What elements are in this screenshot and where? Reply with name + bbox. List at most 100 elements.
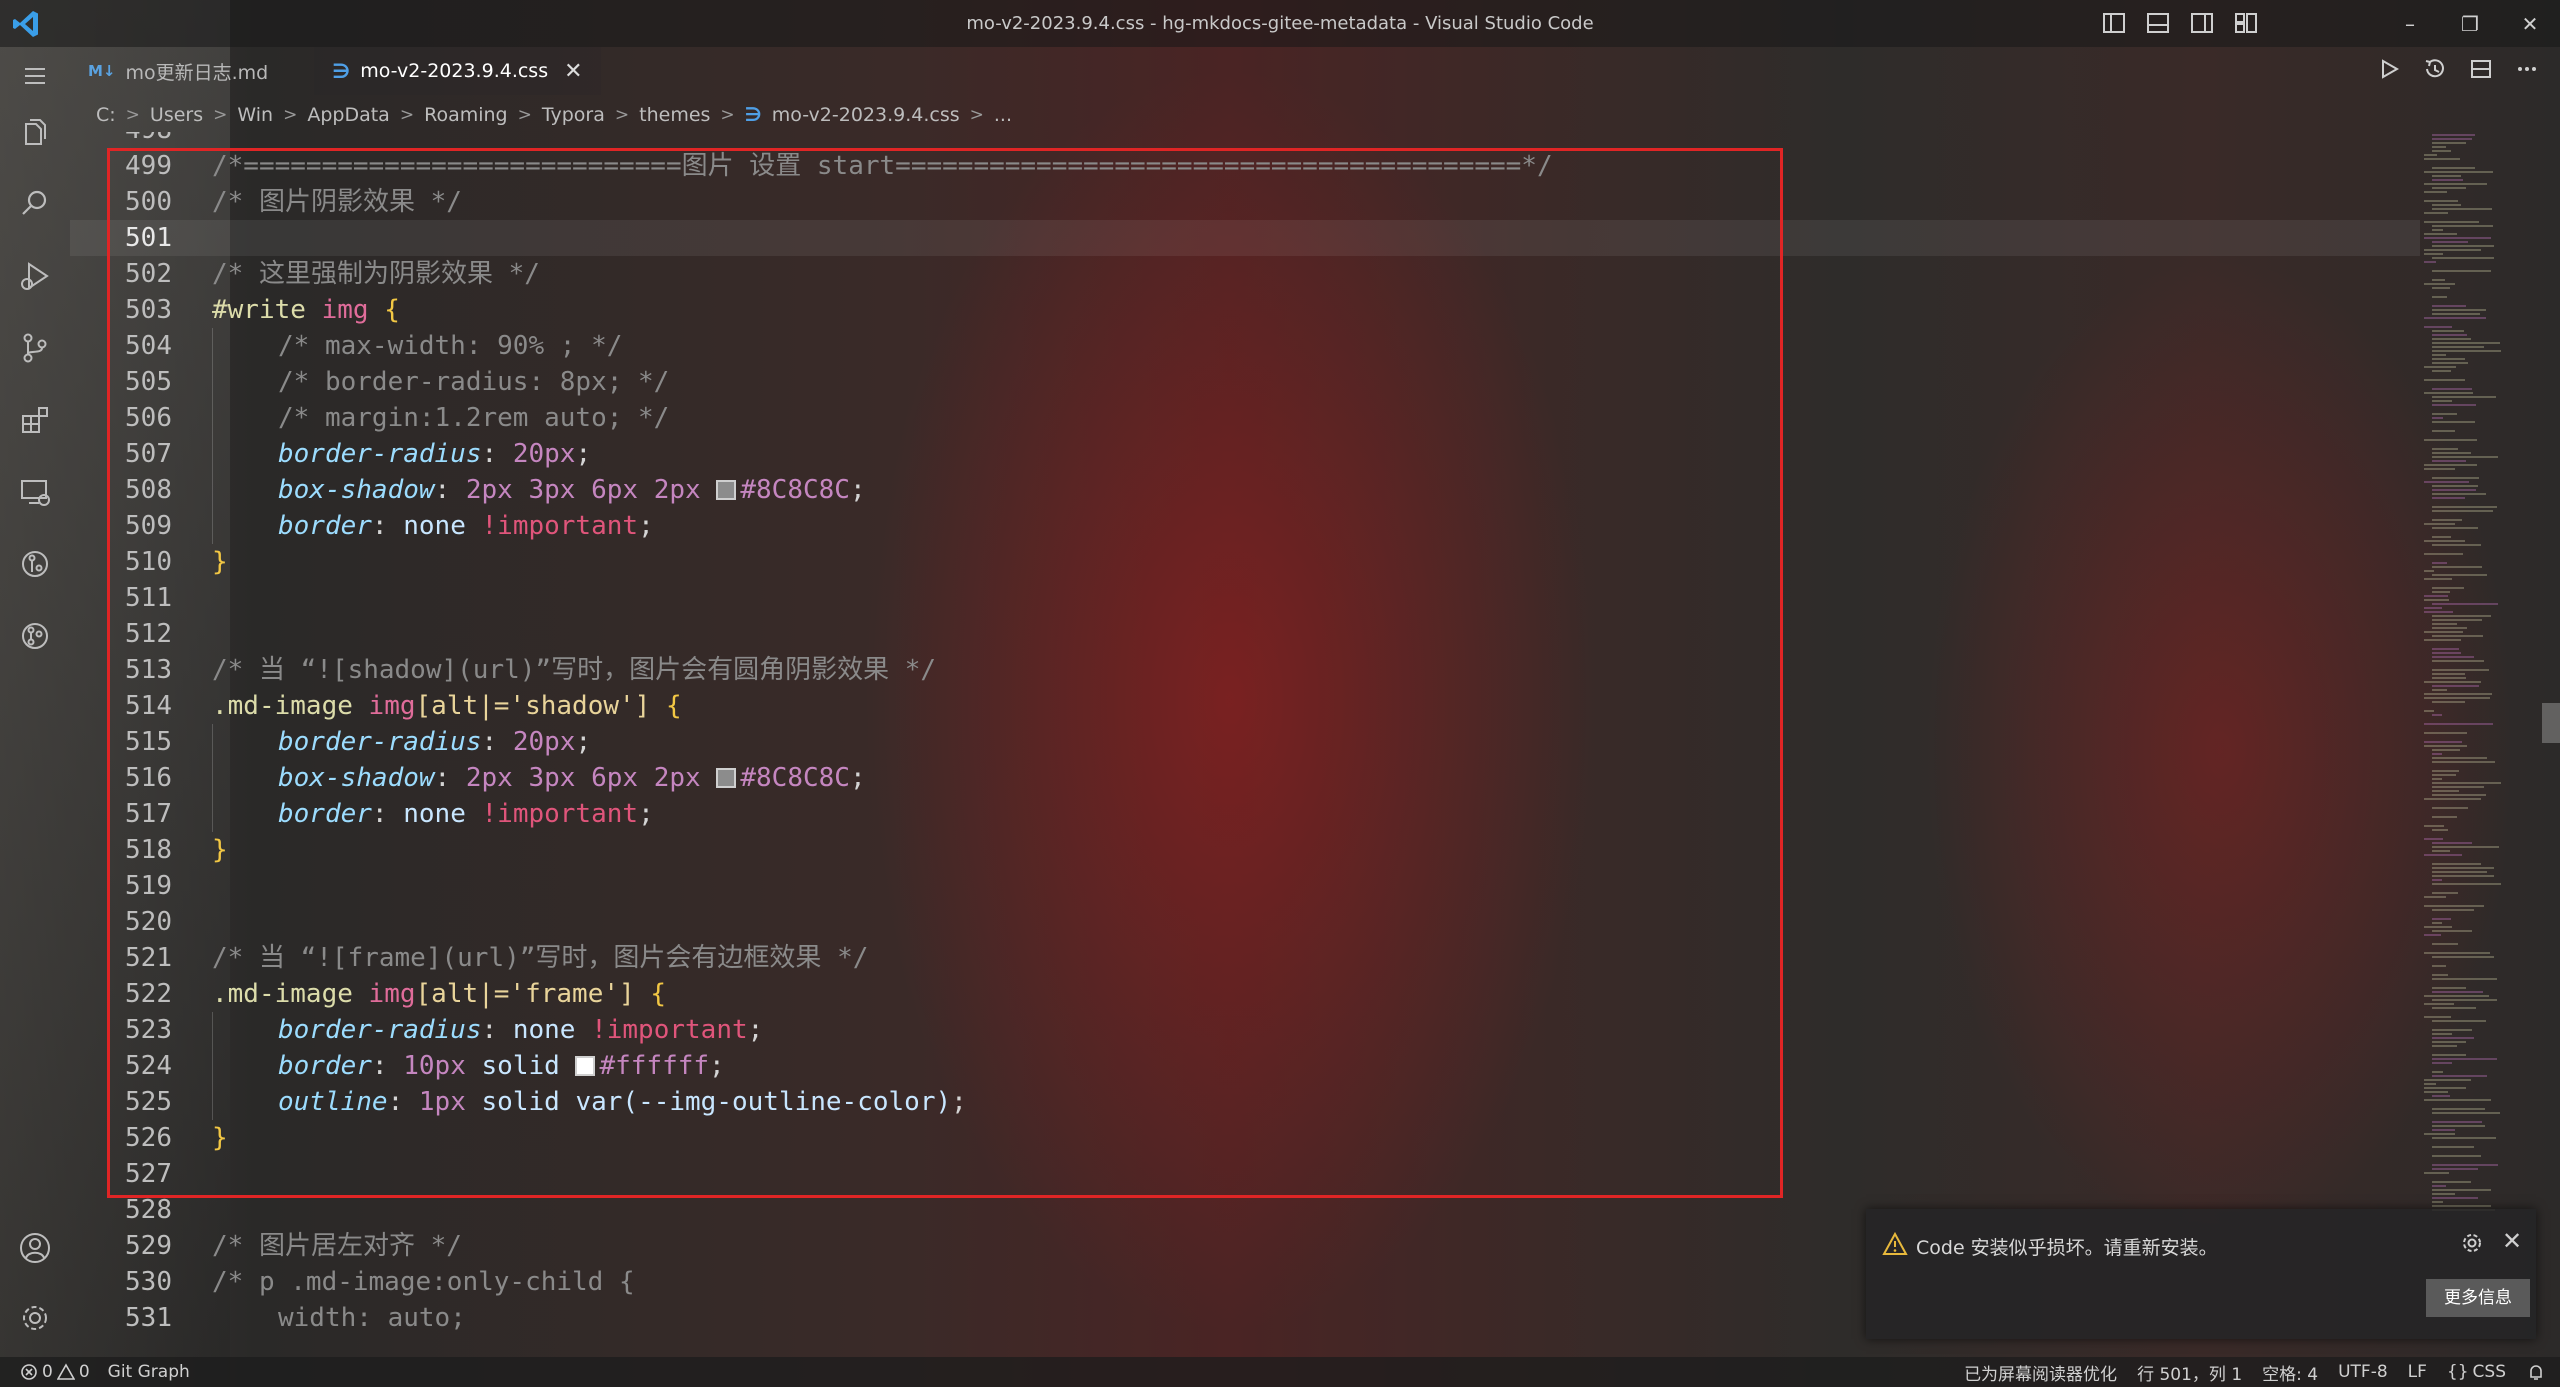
minimap-line — [2424, 1172, 2449, 1174]
minimap-line — [2432, 1164, 2498, 1166]
end-of-line[interactable]: LF — [2408, 1362, 2427, 1382]
minimize-button[interactable]: – — [2380, 0, 2440, 47]
minimap-line — [2432, 334, 2467, 336]
line-number: 518 — [125, 835, 172, 865]
title-bar: mo-v2-2023.9.4.css - hg-mkdocs-gitee-met… — [0, 0, 2560, 47]
line-number: 504 — [125, 331, 172, 361]
settings-gear-icon[interactable] — [14, 1297, 56, 1339]
minimap[interactable] — [2420, 132, 2540, 1357]
explorer-icon[interactable] — [14, 111, 56, 153]
more-info-button[interactable]: 更多信息 — [2426, 1279, 2530, 1317]
current-line-highlight: 501 — [70, 220, 2420, 256]
restore-button[interactable]: ❐ — [2440, 0, 2500, 47]
notifications-bell-icon[interactable] — [2526, 1362, 2546, 1382]
minimap-line — [2432, 619, 2482, 621]
run-debug-icon[interactable] — [14, 255, 56, 297]
notification-settings-icon[interactable] — [2460, 1231, 2484, 1255]
minimap-line — [2424, 1091, 2448, 1093]
line-number: 519 — [125, 871, 172, 901]
minimap-line — [2432, 245, 2494, 247]
code-line: border: 10px solid #ffffff; — [278, 1051, 725, 1081]
minimap-line — [2424, 1087, 2466, 1089]
minimap-line — [2424, 825, 2444, 827]
minimap-line — [2432, 1045, 2457, 1047]
line-number: 506 — [125, 403, 172, 433]
color-swatch[interactable] — [716, 480, 737, 500]
git-history-icon[interactable] — [14, 543, 56, 585]
minimap-line — [2424, 154, 2437, 156]
minimap-line — [2424, 1133, 2455, 1135]
minimap-line — [2432, 770, 2459, 772]
minimap-line — [2432, 566, 2482, 568]
more-actions-icon[interactable] — [2514, 56, 2540, 82]
screen-reader-status[interactable]: 已为屏幕阅读器优化 — [1964, 1360, 2117, 1385]
breadcrumb-item[interactable]: Roaming — [424, 104, 508, 126]
breadcrumb-item[interactable]: AppData — [307, 104, 390, 126]
color-swatch[interactable] — [716, 768, 737, 788]
minimap-line — [2432, 850, 2450, 852]
minimap-line — [2424, 741, 2462, 743]
close-window-button[interactable]: ✕ — [2500, 0, 2560, 47]
minimap-line — [2432, 761, 2495, 763]
notification-close-button[interactable]: ✕ — [2502, 1227, 2522, 1255]
code-editor[interactable]: 498 499 /*============================图片 … — [70, 132, 2420, 1357]
toggle-primary-sidebar-icon[interactable] — [2100, 9, 2128, 37]
minimap-line — [2432, 452, 2471, 454]
split-editor-icon[interactable] — [2468, 56, 2494, 82]
encoding[interactable]: UTF-8 — [2338, 1362, 2388, 1382]
minimap-line — [2432, 510, 2493, 512]
tab-mo-changelog[interactable]: M↓ mo更新日志.md — [70, 47, 286, 95]
minimap-line — [2424, 158, 2460, 160]
code-line: /* p .md-image:only-child { — [212, 1267, 635, 1297]
breadcrumb-item[interactable]: ... — [994, 104, 1012, 126]
language-mode[interactable]: {} CSS — [2447, 1362, 2506, 1382]
minimap-line — [2424, 838, 2443, 840]
vscode-logo-icon[interactable] — [10, 8, 42, 40]
minimap-line — [2432, 753, 2442, 755]
minimap-line — [2424, 1003, 2454, 1005]
git-graph-button[interactable]: Git Graph — [108, 1362, 190, 1382]
minimap-line — [2432, 354, 2446, 356]
breadcrumb-item[interactable]: Users — [150, 104, 203, 126]
indentation[interactable]: 空格: 4 — [2262, 1360, 2318, 1385]
minimap-line — [2432, 417, 2443, 419]
minimap-line — [2424, 221, 2479, 223]
minimap-line — [2432, 956, 2494, 958]
tab-mo-v2-css[interactable]: ∋ mo-v2-2023.9.4.css ✕ — [314, 47, 601, 95]
minimap-line — [2424, 570, 2434, 572]
close-tab-icon[interactable]: ✕ — [564, 59, 582, 84]
source-control-icon[interactable] — [14, 327, 56, 369]
toggle-secondary-sidebar-icon[interactable] — [2188, 9, 2216, 37]
breadcrumb-item[interactable]: Win — [237, 104, 273, 126]
code-line: } — [212, 1123, 228, 1153]
color-swatch[interactable] — [575, 1056, 596, 1076]
cursor-position[interactable]: 行 501，列 1 — [2137, 1360, 2242, 1385]
open-changes-icon[interactable] — [2422, 56, 2448, 82]
code-line: outline: 1px solid var(--img-outline-col… — [278, 1087, 967, 1117]
minimap-line — [2424, 468, 2455, 470]
breadcrumb-item[interactable]: Typora — [542, 104, 605, 126]
code-line: border-radius: 20px; — [278, 727, 592, 757]
git-graph-icon[interactable] — [14, 615, 56, 657]
minimap-line — [2432, 1054, 2466, 1056]
problems-indicator[interactable]: 0 0 — [20, 1362, 90, 1382]
extensions-icon[interactable] — [14, 399, 56, 441]
remote-explorer-icon[interactable] — [14, 471, 56, 513]
menu-icon[interactable] — [14, 55, 56, 97]
breadcrumb-separator: > — [213, 105, 228, 125]
breadcrumb-item[interactable]: themes — [639, 104, 710, 126]
search-icon[interactable] — [14, 183, 56, 225]
line-number: 520 — [125, 907, 172, 937]
run-file-icon[interactable] — [2376, 56, 2402, 82]
toggle-panel-icon[interactable] — [2144, 9, 2172, 37]
minimap-line — [2424, 283, 2455, 285]
line-number: 508 — [125, 475, 172, 505]
breadcrumb-item[interactable]: C: — [96, 104, 116, 126]
customize-layout-icon[interactable] — [2232, 9, 2260, 37]
scrollbar-thumb[interactable] — [2542, 703, 2560, 743]
accounts-icon[interactable] — [14, 1227, 56, 1269]
minimap-line — [2424, 745, 2467, 747]
breadcrumb-item[interactable]: mo-v2-2023.9.4.css — [772, 104, 960, 126]
minimap-line — [2432, 829, 2448, 831]
minimap-line — [2424, 595, 2448, 597]
